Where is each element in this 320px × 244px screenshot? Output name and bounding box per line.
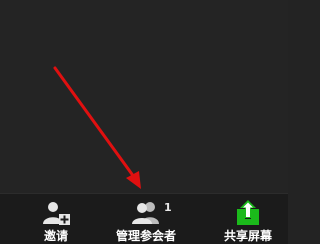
invite-button[interactable]: 邀请 — [32, 194, 80, 244]
manage-participants-label: 管理参会者 — [115, 229, 176, 243]
video-area — [0, 0, 288, 193]
share-screen-button[interactable]: 共享屏幕 — [216, 194, 280, 244]
share-screen-label: 共享屏幕 — [223, 229, 272, 243]
meeting-window: 邀请 管理参会者 1 共享屏幕 — [0, 0, 288, 244]
users-icon — [131, 200, 161, 226]
invite-label: 邀请 — [43, 229, 68, 243]
share-screen-up-arrow-icon — [234, 200, 262, 226]
manage-participants-button[interactable]: 管理参会者 — [108, 194, 184, 244]
user-plus-icon — [40, 200, 72, 226]
participant-count-badge: 1 — [164, 201, 172, 214]
meeting-toolbar: 邀请 管理参会者 1 共享屏幕 — [0, 193, 288, 244]
